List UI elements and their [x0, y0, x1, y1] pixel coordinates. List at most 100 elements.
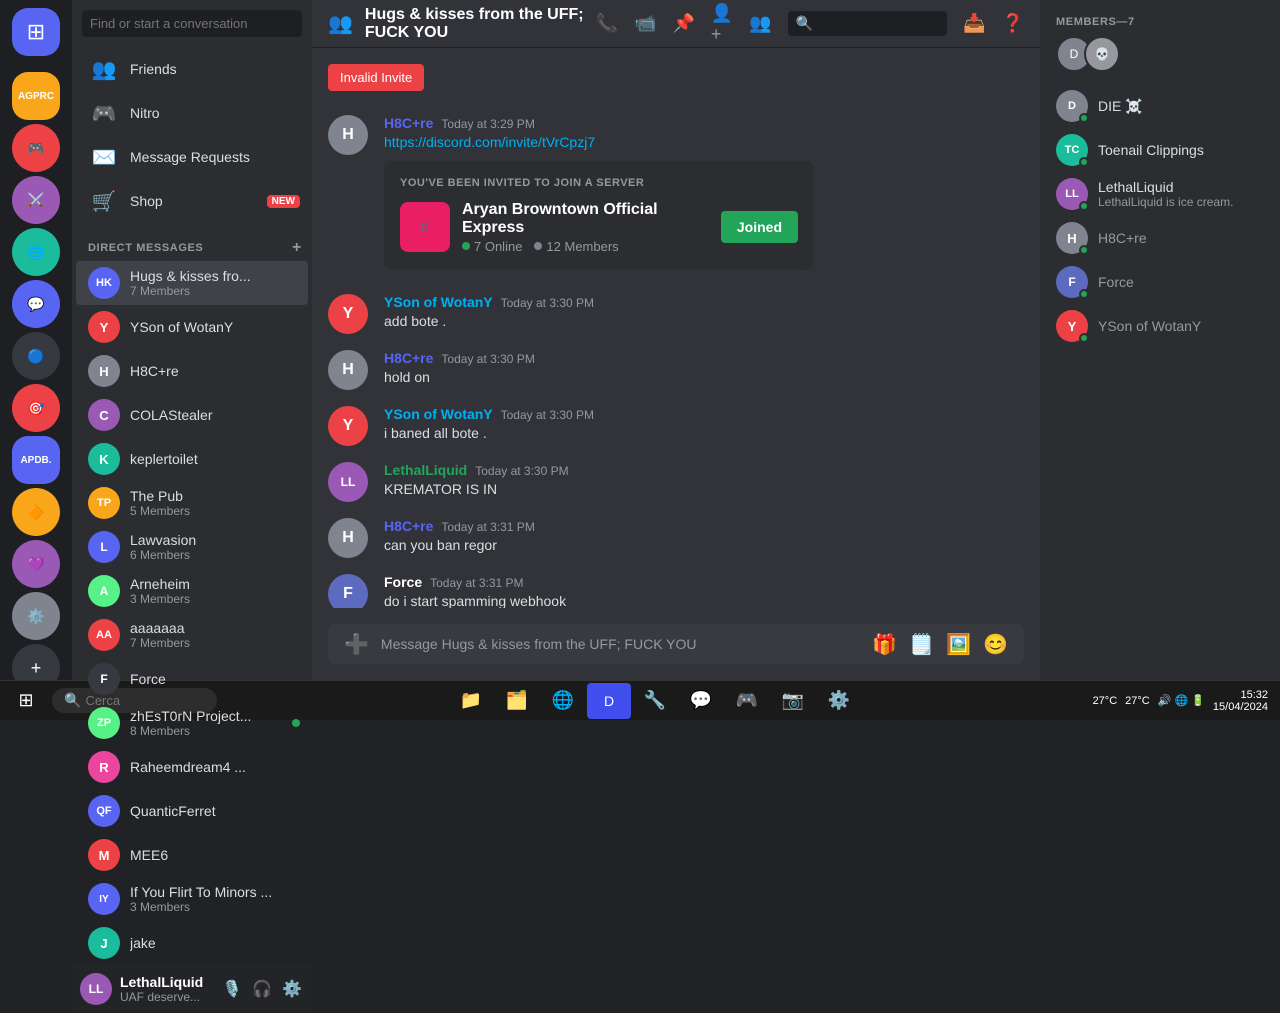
server-6[interactable]: 🔵: [12, 332, 60, 380]
lethalliquid-msg-text-1: KREMATOR IS IN: [384, 480, 1024, 500]
lethalliquid-member-status: LethalLiquid is ice cream.: [1098, 195, 1233, 209]
taskbar-right: 27°C 27°C 🔊 🌐 🔋 15:32 15/04/2024: [1093, 689, 1276, 713]
force-msg-author-1: Force: [384, 574, 422, 590]
server-7[interactable]: 🎯: [12, 384, 60, 432]
zhestorn-avatar: ZP: [88, 707, 120, 739]
aaaaaaa-avatar: AA: [88, 619, 120, 651]
gift-icon[interactable]: 🎁: [872, 632, 897, 657]
dm-item-zhestorn[interactable]: ZP zhEsT0rN Project... 8 Members: [76, 701, 308, 745]
h8cre-msg-author: H8C+re: [384, 115, 433, 131]
dm-item-if-you-flirt[interactable]: IY If You Flirt To Minors ... 3 Members: [76, 877, 308, 921]
dm-sidebar: 👥 Friends 🎮 Nitro ✉️ Message Requests 🛒 …: [72, 0, 312, 680]
video-button[interactable]: 📹: [634, 13, 656, 34]
message-input[interactable]: [381, 624, 860, 664]
pin-button[interactable]: 📌: [672, 13, 694, 34]
die-member-info: DIE ☠️: [1098, 98, 1143, 115]
dm-item-yson[interactable]: Y YSon of WotanY: [76, 305, 308, 349]
lethalliquid-member-info: LethalLiquid LethalLiquid is ice cream.: [1098, 179, 1233, 209]
server-11[interactable]: ⚙️: [12, 592, 60, 640]
taskbar-discord[interactable]: D: [587, 683, 631, 719]
force-msg-timestamp-1: Today at 3:31 PM: [430, 576, 523, 590]
join-server-button[interactable]: Joined: [721, 211, 798, 243]
invite-embed-label: YOU'VE BEEN INVITED TO JOIN A SERVER: [400, 177, 798, 189]
nav-shop[interactable]: 🛒 Shop NEW: [76, 179, 308, 223]
dm-item-arneheim[interactable]: A Arneheim 3 Members: [76, 569, 308, 613]
quanticferret-name: QuanticFerret: [130, 803, 300, 819]
current-user-info: LethalLiquid UAF deserve...: [120, 974, 212, 1004]
taskbar-chrome[interactable]: 🌐: [541, 683, 585, 719]
dm-item-the-pub[interactable]: TP The Pub 5 Members: [76, 481, 308, 525]
add-server-icon[interactable]: +: [12, 644, 60, 680]
settings-button[interactable]: ⚙️: [280, 977, 304, 1001]
server-10[interactable]: 💜: [12, 540, 60, 588]
dm-item-h8cre[interactable]: H H8C+re: [76, 349, 308, 393]
shop-new-badge: NEW: [267, 195, 300, 208]
deafen-button[interactable]: 🎧: [250, 977, 274, 1001]
dm-icon[interactable]: 📥: [963, 13, 985, 34]
dm-item-hugs-kisses[interactable]: HK Hugs & kisses fro... 7 Members ✕: [76, 261, 308, 305]
sticker-icon[interactable]: 🗒️: [909, 632, 934, 657]
lawvasion-avatar: L: [88, 531, 120, 563]
nav-friends[interactable]: 👥 Friends: [76, 47, 308, 91]
toenail-member-avatar: TC: [1056, 134, 1088, 166]
member-item-force[interactable]: F Force: [1048, 260, 1272, 304]
taskbar-app5[interactable]: ⚙️: [817, 683, 861, 719]
dm-item-force[interactable]: F Force: [76, 657, 308, 701]
taskbar-app3[interactable]: 🎮: [725, 683, 769, 719]
members-button[interactable]: 👥: [749, 13, 771, 34]
dm-item-mee6[interactable]: M MEE6: [76, 833, 308, 877]
emoji-icon[interactable]: 😊: [983, 632, 1008, 657]
dm-item-lawvasion[interactable]: L Lawvasion 6 Members: [76, 525, 308, 569]
taskbar-app4[interactable]: 📷: [771, 683, 815, 719]
call-button[interactable]: 📞: [596, 13, 618, 34]
nav-message-requests[interactable]: ✉️ Message Requests: [76, 135, 308, 179]
start-button[interactable]: ⊞: [4, 683, 48, 719]
member-item-toenail[interactable]: TC Toenail Clippings: [1048, 128, 1272, 172]
dm-item-aaaaaaa[interactable]: AA aaaaaaa 7 Members: [76, 613, 308, 657]
member-item-h8cre[interactable]: H H8C+re: [1048, 216, 1272, 260]
dm-item-quanticferret[interactable]: QF QuanticFerret: [76, 789, 308, 833]
dm-item-keplertoilet[interactable]: K keplertoilet: [76, 437, 308, 481]
nav-nitro[interactable]: 🎮 Nitro: [76, 91, 308, 135]
server-apdb[interactable]: APDB.: [12, 436, 60, 484]
invalid-invite-text: Invalid Invite: [328, 64, 424, 91]
member-item-yson[interactable]: Y YSon of WotanY: [1048, 304, 1272, 348]
member-item-lethalliquid[interactable]: LL LethalLiquid LethalLiquid is ice crea…: [1048, 172, 1272, 216]
gif-icon[interactable]: 🖼️: [946, 632, 971, 657]
attach-icon[interactable]: ➕: [344, 632, 369, 657]
arneheim-avatar: A: [88, 575, 120, 607]
add-member-button[interactable]: 👤+: [711, 3, 733, 45]
taskbar-app2[interactable]: 💬: [679, 683, 723, 719]
server-5[interactable]: 💬: [12, 280, 60, 328]
message-input-area: ➕ 🎁 🗒️ 🖼️ 😊: [312, 608, 1040, 680]
server-4[interactable]: 🌐: [12, 228, 60, 276]
server-2[interactable]: 🎮: [12, 124, 60, 172]
dm-item-colastealer[interactable]: C COLAStealer: [76, 393, 308, 437]
dm-item-raheemdream4[interactable]: R Raheemdream4 ...: [76, 745, 308, 789]
if-you-flirt-name: If You Flirt To Minors ...: [130, 884, 300, 900]
invite-link[interactable]: https://discord.com/invite/tVrCpzj7: [384, 134, 595, 150]
yson-member-info: YSon of WotanY: [1098, 318, 1201, 334]
member-avatar-icon2: 💀: [1084, 36, 1120, 72]
help-button[interactable]: ❓: [1002, 13, 1024, 34]
taskbar-files[interactable]: 🗂️: [495, 683, 539, 719]
dm-search-input[interactable]: [82, 10, 302, 37]
new-dm-button[interactable]: +: [292, 239, 302, 257]
nitro-label: Nitro: [130, 105, 300, 121]
taskbar-app1[interactable]: 🔧: [633, 683, 677, 719]
member-item-die[interactable]: D DIE ☠️: [1048, 84, 1272, 128]
channel-header: 👥 Hugs & kisses from the UFF; FUCK YOU 📞…: [312, 0, 1040, 48]
taskbar-explorer[interactable]: 📁: [449, 683, 493, 719]
if-you-flirt-avatar: IY: [88, 883, 120, 915]
h8cre-msg-avatar-3: H: [328, 518, 368, 558]
header-search: 🔍: [788, 11, 947, 36]
header-search-input[interactable]: [819, 16, 939, 31]
discord-home-icon[interactable]: ⊞: [12, 8, 60, 56]
server-agprc[interactable]: AGPRC: [12, 72, 60, 120]
die-member-avatar: D: [1056, 90, 1088, 122]
dm-item-jake[interactable]: J jake: [76, 921, 308, 965]
mute-button[interactable]: 🎙️: [220, 977, 244, 1001]
server-3[interactable]: ⚔️: [12, 176, 60, 224]
messages-area[interactable]: Invalid Invite H H8C+re Today at 3:29 PM…: [312, 48, 1040, 608]
server-9[interactable]: 🔶: [12, 488, 60, 536]
